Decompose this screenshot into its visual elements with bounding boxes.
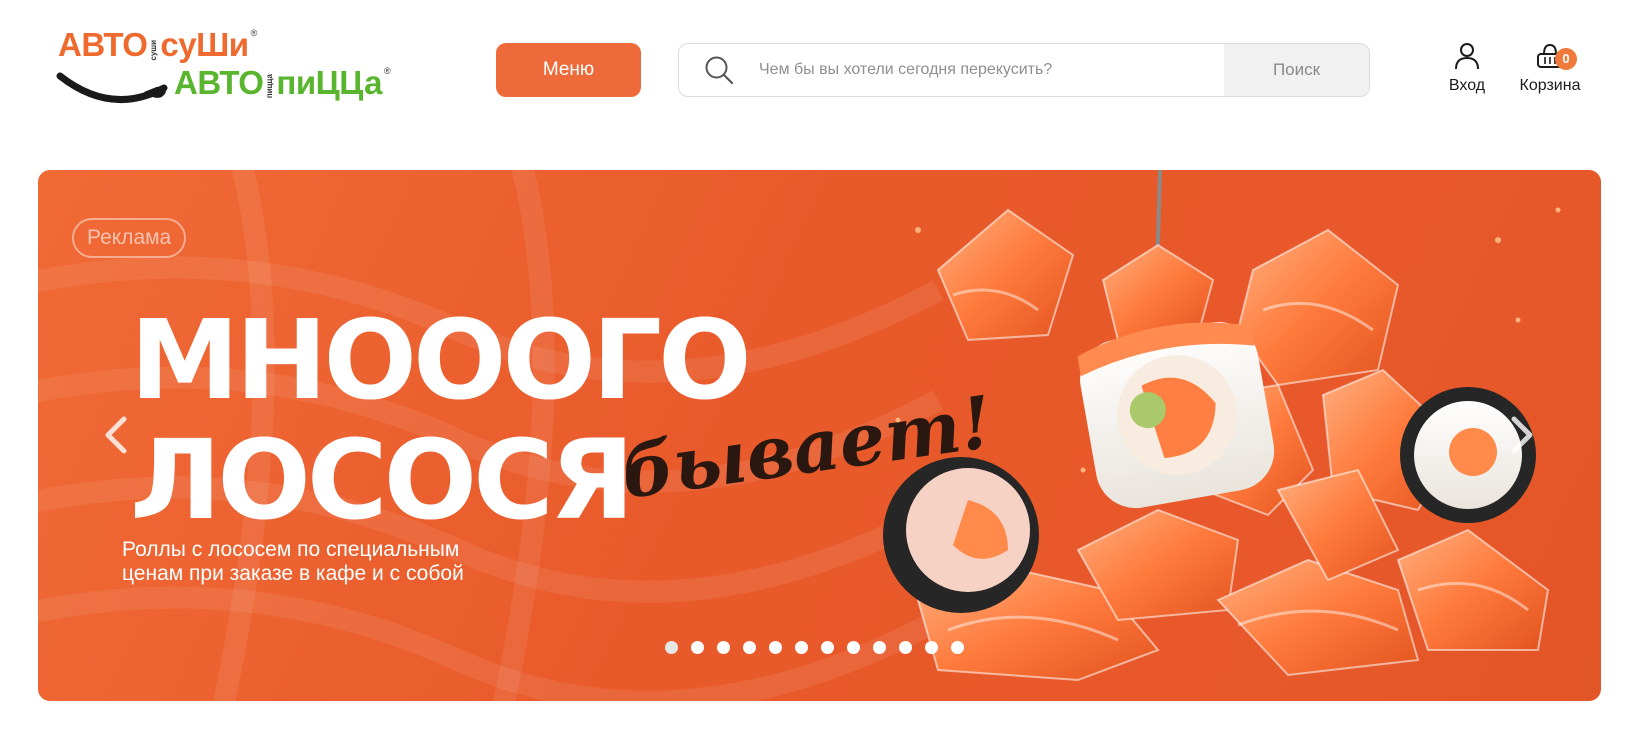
cart-count-badge: 0 (1555, 48, 1577, 70)
login-button[interactable]: Вход (1442, 42, 1492, 94)
user-icon (1455, 43, 1479, 70)
banner-subtitle-line: ценам при заказе в кафе и с собой (122, 562, 464, 585)
logo-mini-text: суши (149, 39, 159, 60)
banner-headline-line1: МНОООГО (130, 296, 752, 424)
banner-subtitle-line: Роллы с лососем по специальным (122, 538, 460, 561)
brand-logo[interactable]: АВТО суши суШи ® АВТО пицца пиЦЦа ® (56, 26, 428, 116)
logo-text: АВТО (58, 26, 148, 63)
registered-mark: ® (250, 28, 258, 38)
carousel-dot[interactable] (951, 641, 964, 654)
salmon-sushi-illustration (883, 170, 1561, 682)
carousel-dot[interactable] (821, 641, 834, 654)
carousel-dot[interactable] (795, 641, 808, 654)
carousel-prev-button[interactable] (98, 410, 134, 460)
logo-text: АВТО (174, 64, 264, 101)
logo-line-sushi: АВТО суши суШи ® (58, 26, 257, 64)
carousel-dot[interactable] (847, 641, 860, 654)
cart-button[interactable]: 0 Корзина (1508, 42, 1592, 94)
promo-banner[interactable]: Реклама МНОООГО ЛОСОСЯ бывает! Роллы с л… (38, 170, 1601, 701)
menu-button[interactable]: Меню (496, 43, 641, 97)
search-button[interactable]: Поиск (1224, 44, 1369, 96)
logo-line-pizza: АВТО пицца пиЦЦа ® (174, 64, 391, 102)
smile-icon (56, 72, 168, 103)
logo-text: суШи (160, 26, 249, 63)
banner-headline-line2: ЛОСОСЯ (130, 416, 635, 544)
carousel-pagination (665, 641, 964, 654)
carousel-dot[interactable] (691, 641, 704, 654)
carousel-dot[interactable] (665, 641, 678, 654)
site-header: АВТО суши суШи ® АВТО пицца пиЦЦа ® Меню… (0, 0, 1637, 150)
search-bar: Поиск (678, 43, 1370, 97)
banner-subtitle: Роллы с лососем по специальным ценам при… (122, 538, 522, 586)
chevron-right-icon (1511, 416, 1533, 454)
logo-mini-text: пицца (265, 73, 275, 98)
carousel-dot[interactable] (899, 641, 912, 654)
chevron-left-icon (105, 416, 127, 454)
carousel-dot[interactable] (925, 641, 938, 654)
registered-mark: ® (383, 66, 391, 76)
ad-label: Реклама (72, 218, 187, 258)
carousel-next-button[interactable] (1504, 410, 1540, 460)
carousel-dot[interactable] (743, 641, 756, 654)
login-label: Вход (1448, 77, 1486, 94)
search-icon[interactable] (679, 44, 759, 96)
logo-text: пиЦЦа (276, 64, 382, 101)
carousel-dot[interactable] (717, 641, 730, 654)
carousel-dot[interactable] (769, 641, 782, 654)
search-input[interactable] (759, 44, 1224, 96)
carousel-dot[interactable] (873, 641, 886, 654)
cart-label: Корзина (1519, 77, 1581, 94)
